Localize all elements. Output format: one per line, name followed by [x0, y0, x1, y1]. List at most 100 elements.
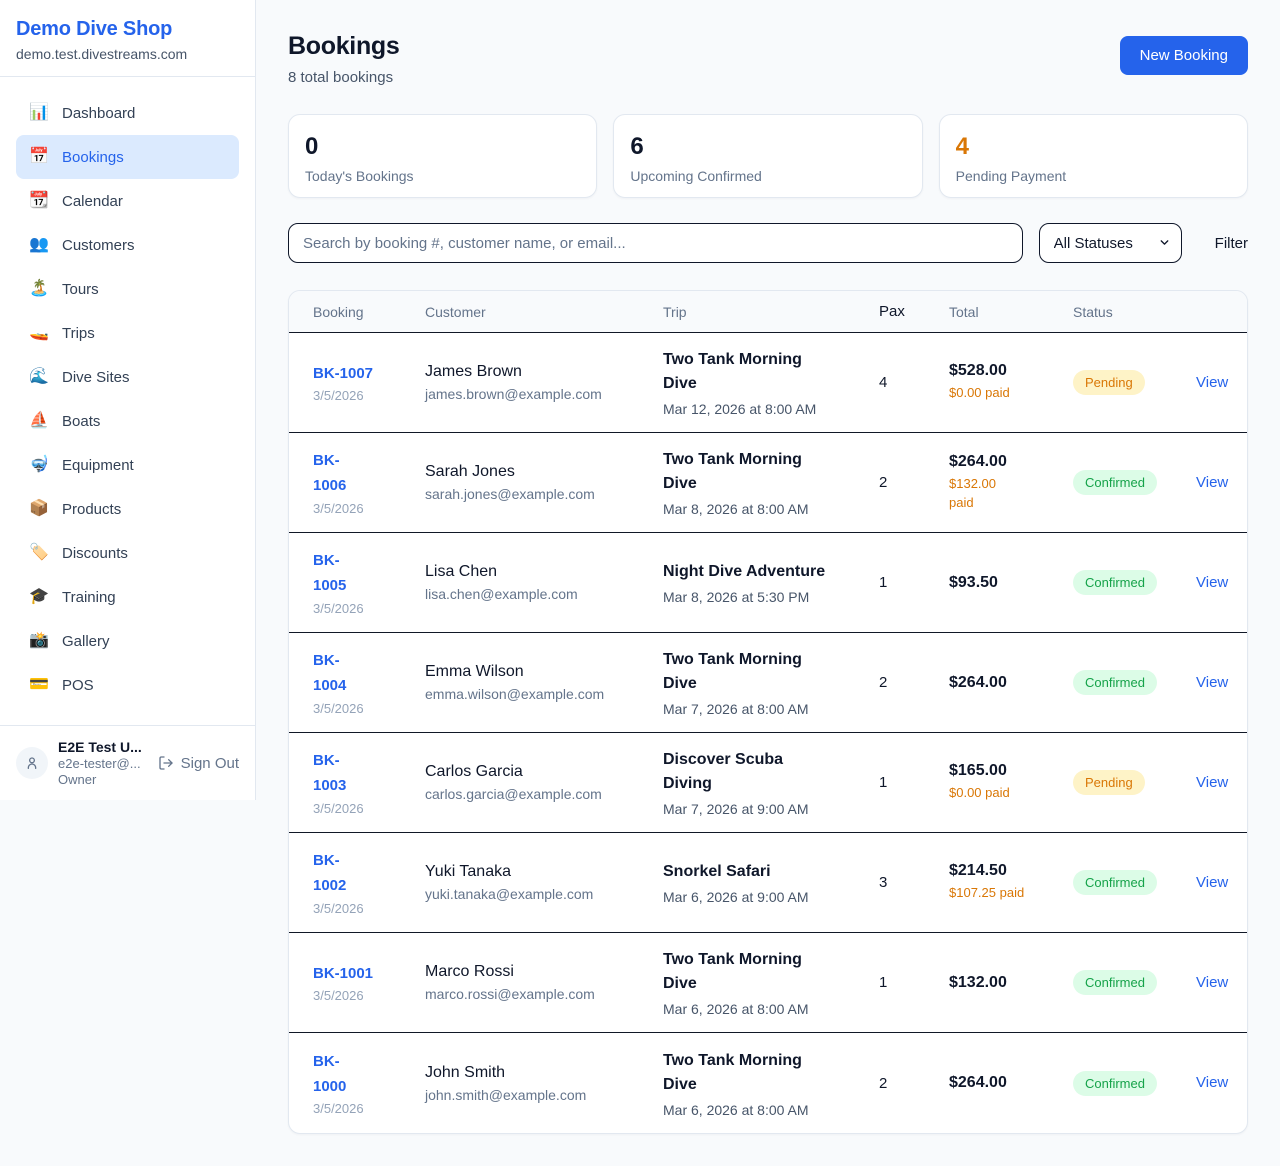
status-badge: Confirmed	[1073, 470, 1157, 495]
pax-count: 3	[879, 874, 949, 891]
user-name: E2E Test U...	[58, 739, 148, 755]
pax-count: 1	[879, 974, 949, 991]
sign-out-button[interactable]: Sign Out	[158, 755, 239, 772]
view-link[interactable]: View	[1196, 374, 1228, 391]
total-amount: $165.00	[949, 762, 1065, 780]
page-header: Bookings 8 total bookings New Booking	[288, 32, 1248, 86]
customer-email: sarah.jones@example.com	[425, 486, 655, 502]
sidebar-item-label: Equipment	[62, 457, 134, 474]
sidebar-item-boats[interactable]: ⛵ Boats	[16, 399, 239, 443]
customer-email: james.brown@example.com	[425, 386, 655, 402]
sidebar-item-dashboard[interactable]: 📊 Dashboard	[16, 91, 239, 135]
trip-datetime: Mar 8, 2026 at 8:00 AM	[663, 501, 871, 517]
sidebar-item-trips[interactable]: 🚤 Trips	[16, 311, 239, 355]
sidebar-item-label: Dive Sites	[62, 369, 130, 386]
stat-card: 4 Pending Payment	[939, 114, 1248, 198]
table-row: BK- 1006 3/5/2026 Sarah Jones sarah.jone…	[289, 433, 1247, 533]
total-amount: $264.00	[949, 453, 1065, 471]
booking-date: 3/5/2026	[313, 388, 417, 403]
customer-email: lisa.chen@example.com	[425, 586, 655, 602]
column-header-trip: Trip	[663, 304, 879, 320]
page-subtitle: 8 total bookings	[288, 69, 400, 86]
customer-name: Emma Wilson	[425, 663, 655, 681]
customer-name: James Brown	[425, 363, 655, 381]
booking-id-link[interactable]: BK- 1005	[313, 549, 346, 599]
sidebar-item-products[interactable]: 📦 Products	[16, 487, 239, 531]
trip-datetime: Mar 7, 2026 at 8:00 AM	[663, 701, 871, 717]
sailboat-icon: ⛵	[28, 413, 50, 429]
booking-id-link[interactable]: BK-1007	[313, 362, 373, 387]
sidebar-item-label: Trips	[62, 325, 95, 342]
view-link[interactable]: View	[1196, 474, 1228, 491]
person-icon	[24, 755, 40, 771]
sidebar-item-bookings[interactable]: 📅 Bookings	[16, 135, 239, 179]
package-icon: 📦	[28, 501, 50, 517]
booking-id-link[interactable]: BK- 1004	[313, 649, 346, 699]
paid-amount: $0.00 paid	[949, 784, 1065, 803]
bookings-table: BookingCustomerTripPaxTotalStatus BK-100…	[288, 290, 1248, 1134]
sidebar-item-label: Customers	[62, 237, 135, 254]
sidebar-item-equipment[interactable]: 🤿 Equipment	[16, 443, 239, 487]
sidebar-item-dive-sites[interactable]: 🌊 Dive Sites	[16, 355, 239, 399]
booking-date: 3/5/2026	[313, 901, 417, 916]
search-input[interactable]	[288, 223, 1023, 263]
column-header-customer: Customer	[425, 304, 663, 320]
paid-amount: $132.00 paid	[949, 475, 1065, 513]
booking-id-link[interactable]: BK- 1006	[313, 449, 346, 499]
sidebar-item-gallery[interactable]: 📸 Gallery	[16, 619, 239, 663]
status-badge: Confirmed	[1073, 1071, 1157, 1096]
table-row: BK- 1003 3/5/2026 Carlos Garcia carlos.g…	[289, 733, 1247, 833]
view-link[interactable]: View	[1196, 1074, 1228, 1091]
view-link[interactable]: View	[1196, 874, 1228, 891]
sidebar-item-tours[interactable]: 🏝️ Tours	[16, 267, 239, 311]
bar-chart-icon: 📊	[28, 105, 50, 121]
trip-datetime: Mar 6, 2026 at 8:00 AM	[663, 1001, 871, 1017]
trip-datetime: Mar 6, 2026 at 8:00 AM	[663, 1102, 871, 1118]
status-badge: Confirmed	[1073, 670, 1157, 695]
stat-value: 4	[956, 135, 1231, 159]
logout-icon	[158, 755, 174, 771]
sidebar-item-calendar[interactable]: 📆 Calendar	[16, 179, 239, 223]
view-link[interactable]: View	[1196, 574, 1228, 591]
sidebar-item-customers[interactable]: 👥 Customers	[16, 223, 239, 267]
stat-value: 0	[305, 135, 580, 159]
sign-out-label: Sign Out	[181, 755, 239, 772]
sidebar: Demo Dive Shop demo.test.divestreams.com…	[0, 0, 256, 800]
status-filter-select[interactable]: All Statuses	[1039, 223, 1182, 263]
stat-label: Pending Payment	[956, 168, 1231, 184]
status-badge: Confirmed	[1073, 570, 1157, 595]
new-booking-button[interactable]: New Booking	[1120, 36, 1248, 75]
total-amount: $264.00	[949, 674, 1065, 692]
stat-value: 6	[630, 135, 905, 159]
filter-button[interactable]: Filter	[1215, 235, 1248, 252]
pax-count: 2	[879, 474, 949, 491]
column-header-booking: Booking	[313, 304, 425, 320]
sidebar-item-label: Bookings	[62, 149, 124, 166]
brand-domain: demo.test.divestreams.com	[16, 46, 239, 62]
view-link[interactable]: View	[1196, 974, 1228, 991]
brand-block: Demo Dive Shop demo.test.divestreams.com	[0, 0, 255, 77]
calendar-icon: 📅	[28, 149, 50, 165]
stat-label: Today's Bookings	[305, 168, 580, 184]
booking-id-link[interactable]: BK- 1000	[313, 1050, 346, 1100]
booking-date: 3/5/2026	[313, 801, 417, 816]
sidebar-item-pos[interactable]: 💳 POS	[16, 663, 239, 707]
main-content: Bookings 8 total bookings New Booking 0 …	[256, 0, 1280, 1166]
column-header-status: Status	[1073, 304, 1196, 320]
sidebar-footer: E2E Test U... e2e-tester@... Owner Sign …	[0, 725, 255, 800]
booking-date: 3/5/2026	[313, 988, 417, 1003]
view-link[interactable]: View	[1196, 674, 1228, 691]
customer-name: Marco Rossi	[425, 963, 655, 981]
view-link[interactable]: View	[1196, 774, 1228, 791]
sidebar-item-discounts[interactable]: 🏷️ Discounts	[16, 531, 239, 575]
booking-id-link[interactable]: BK-1001	[313, 962, 373, 987]
users-icon: 👥	[28, 237, 50, 253]
trip-name: Snorkel Safari	[663, 860, 871, 884]
trip-datetime: Mar 8, 2026 at 5:30 PM	[663, 589, 871, 605]
booking-date: 3/5/2026	[313, 501, 417, 516]
customer-name: Lisa Chen	[425, 563, 655, 581]
booking-id-link[interactable]: BK- 1002	[313, 849, 346, 899]
trip-name: Two Tank Morning Dive	[663, 948, 871, 996]
sidebar-item-training[interactable]: 🎓 Training	[16, 575, 239, 619]
booking-id-link[interactable]: BK- 1003	[313, 749, 346, 799]
